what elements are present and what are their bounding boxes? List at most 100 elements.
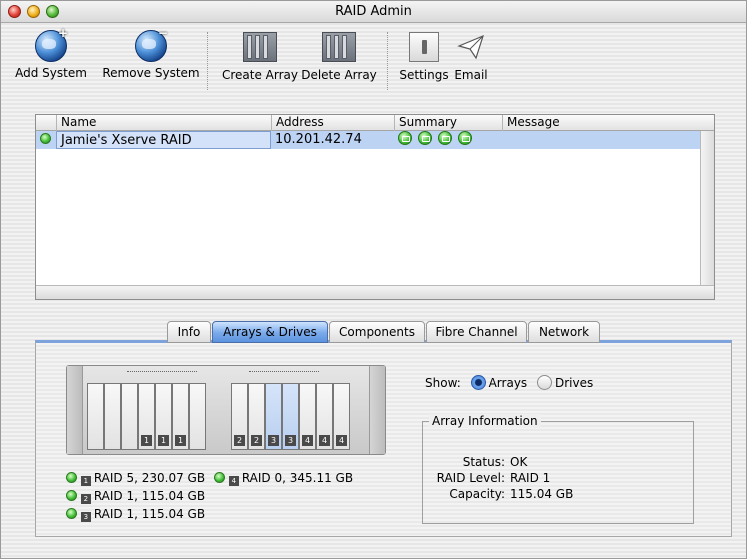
array-number: 1 xyxy=(158,435,169,446)
array-number-badge: 3 xyxy=(80,512,91,522)
delete-array-label: Delete Array xyxy=(301,68,377,82)
arrays-radio[interactable] xyxy=(470,375,486,390)
tab-components[interactable]: Components xyxy=(329,321,425,343)
fibre-ok-icon xyxy=(458,131,473,145)
settings-button[interactable]: Settings xyxy=(397,30,451,82)
settings-icon xyxy=(409,32,439,62)
array-number: 2 xyxy=(251,435,262,446)
arrays-radio-label[interactable]: Arrays xyxy=(489,376,528,390)
tab-panel: 1 1 1 2 2 3 3 4 4 4 1 RAID 5, 230.07 GB 4… xyxy=(35,340,732,537)
tab-info[interactable]: Info xyxy=(167,321,211,343)
array-legend-item[interactable]: 2 RAID 1, 115.04 GB xyxy=(66,489,205,504)
drive-bay[interactable]: 1 xyxy=(172,383,189,450)
create-array-button[interactable]: Create Array xyxy=(217,30,303,82)
array-number-badge: 2 xyxy=(80,494,91,504)
drive-bay[interactable]: 2 xyxy=(248,383,265,450)
array-legend-item[interactable]: 4 RAID 0, 345.11 GB xyxy=(214,471,353,486)
drives-radio-label[interactable]: Drives xyxy=(555,376,593,390)
vertical-scrollbar[interactable] xyxy=(700,131,714,287)
array-number: 2 xyxy=(234,435,245,446)
xserve-raid-front: 1 1 1 2 2 3 3 4 4 4 xyxy=(66,365,386,455)
drive-bay-selected[interactable]: 3 xyxy=(265,383,282,450)
toolbar-separator xyxy=(207,32,208,90)
paper-plane-icon xyxy=(457,34,484,60)
column-header-address[interactable]: Address xyxy=(271,115,394,131)
email-label: Email xyxy=(454,68,488,82)
row-name: Jamie's Xserve RAID xyxy=(56,131,271,149)
array-number: 3 xyxy=(285,435,296,446)
capacity-label: Capacity: xyxy=(449,487,505,501)
column-header-summary[interactable]: Summary xyxy=(394,115,502,131)
array-legend-text: RAID 5, 230.07 GB xyxy=(93,471,206,485)
tab-network[interactable]: Network xyxy=(528,321,600,343)
add-system-label: Add System xyxy=(15,66,87,80)
array-legend-text: RAID 1, 115.04 GB xyxy=(93,489,206,503)
drive-bay[interactable]: 4 xyxy=(333,383,350,450)
array-number-badge: 4 xyxy=(228,476,239,486)
array-information-group: Array Information Status: OK RAID Level: R… xyxy=(422,414,694,524)
add-system-button[interactable]: + Add System xyxy=(3,27,99,80)
array-number: 4 xyxy=(302,435,313,446)
list-header: Name Address Summary Message xyxy=(36,115,714,131)
table-row[interactable]: Jamie's Xserve RAID 10.201.42.74 xyxy=(36,131,714,149)
window-title: RAID Admin xyxy=(335,4,412,19)
storage-ok-icon xyxy=(398,131,412,145)
tab-arrays-drives[interactable]: Arrays & Drives xyxy=(212,321,328,343)
remove-system-button[interactable]: − Remove System xyxy=(101,27,201,80)
status-column-header[interactable] xyxy=(36,115,56,131)
drive-bay[interactable] xyxy=(104,383,121,450)
remove-system-label: Remove System xyxy=(102,66,200,80)
drive-bay[interactable]: 1 xyxy=(155,383,172,450)
toolbar: + Add System − Remove System Create Arra… xyxy=(1,24,746,96)
array-legend-item[interactable]: 1 RAID 5, 230.07 GB xyxy=(66,471,205,486)
row-summary xyxy=(394,131,502,149)
rack-ear-left xyxy=(67,366,83,454)
drive-bay[interactable]: 2 xyxy=(231,383,248,450)
array-ok-icon xyxy=(438,131,453,145)
array-legend-text: RAID 1, 115.04 GB xyxy=(93,507,206,521)
array-number: 4 xyxy=(319,435,330,446)
capacity-value: 115.04 GB xyxy=(510,487,574,501)
array-information-title: Array Information xyxy=(429,414,541,428)
globe-add-icon: + xyxy=(35,27,68,62)
horizontal-scrollbar[interactable] xyxy=(36,285,714,299)
drive-bay[interactable] xyxy=(189,383,206,450)
email-button[interactable]: Email xyxy=(451,30,491,82)
drive-bay-selected[interactable]: 3 xyxy=(282,383,299,450)
drive-bay[interactable]: 4 xyxy=(316,383,333,450)
create-array-icon xyxy=(243,32,277,62)
status-label: Status: xyxy=(462,455,505,469)
array-number: 1 xyxy=(175,435,186,446)
raid-level-row: RAID Level: RAID 1 xyxy=(415,471,551,485)
drives-radio[interactable] xyxy=(537,375,552,390)
array-legend-item[interactable]: 3 RAID 1, 115.04 GB xyxy=(66,507,205,522)
show-label: Show: xyxy=(425,376,461,390)
array-legend-text: RAID 0, 345.11 GB xyxy=(241,471,354,485)
column-header-name[interactable]: Name xyxy=(56,115,271,131)
system-list[interactable]: Name Address Summary Message Jamie's Xse… xyxy=(35,114,715,300)
settings-label: Settings xyxy=(399,68,449,82)
status-value: OK xyxy=(510,455,528,469)
drive-bay[interactable]: 4 xyxy=(299,383,316,450)
drive-bay[interactable] xyxy=(121,383,138,450)
array-number: 1 xyxy=(141,435,152,446)
grille xyxy=(127,371,197,376)
delete-array-button[interactable]: Delete Array xyxy=(301,30,377,82)
show-selector: Show: Arrays Drives xyxy=(425,375,593,390)
array-ok-icon xyxy=(66,508,77,519)
drive-bay[interactable]: 1 xyxy=(138,383,155,450)
rack-ear-right xyxy=(369,366,385,454)
array-ok-icon xyxy=(66,472,77,483)
raid-level-label: RAID Level: xyxy=(436,471,505,485)
status-ok-icon xyxy=(40,133,51,144)
column-header-message[interactable]: Message xyxy=(502,115,714,131)
toolbar-separator xyxy=(387,32,388,90)
status-row: Status: OK xyxy=(415,455,528,469)
tab-fibre-channel[interactable]: Fibre Channel xyxy=(426,321,527,343)
drive-bay[interactable] xyxy=(87,383,104,450)
array-ok-icon xyxy=(214,472,225,483)
raid-admin-window: RAID Admin + Add System − Remove System … xyxy=(0,0,747,559)
title-bar: RAID Admin xyxy=(1,1,746,23)
grille xyxy=(249,371,319,376)
globe-remove-icon: − xyxy=(135,27,168,62)
